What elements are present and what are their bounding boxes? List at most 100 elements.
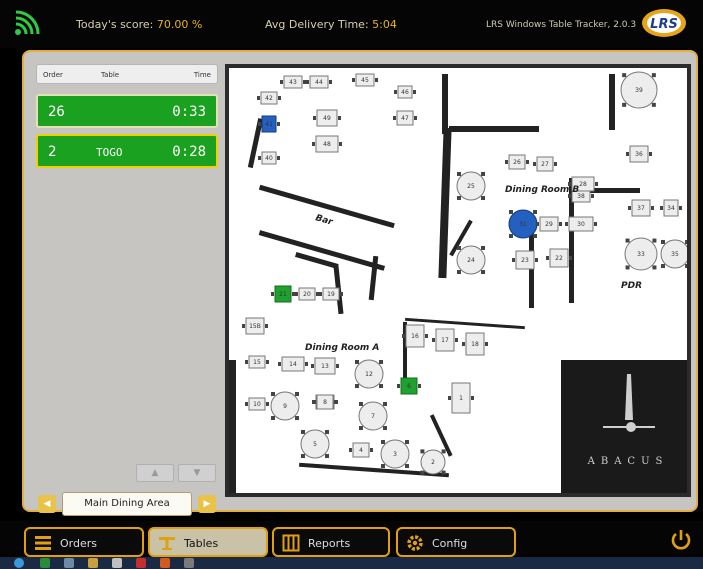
floor-plan[interactable]: 42 43 44 45 46 47 48 49 41 40 39 38 25 26 27 28 31 30 29 24… bbox=[225, 64, 691, 497]
orders-panel: Order Table Time 26 0:33 2 TOGO 0:28 ▲ ▼… bbox=[36, 64, 218, 516]
table-29[interactable]: 29 bbox=[536, 216, 562, 232]
table-7[interactable]: 7 bbox=[358, 401, 388, 431]
table-1[interactable]: 1 bbox=[448, 382, 474, 414]
gear-icon bbox=[407, 535, 423, 551]
chair bbox=[405, 439, 410, 444]
taskbar-app-icon[interactable] bbox=[112, 558, 122, 568]
table-45[interactable]: 45 bbox=[352, 73, 378, 87]
taskbar-app-icon[interactable] bbox=[184, 558, 194, 568]
chair bbox=[595, 182, 598, 186]
chair bbox=[313, 400, 316, 404]
table-35[interactable]: 35 bbox=[660, 239, 687, 269]
table-number: 10 bbox=[253, 401, 261, 408]
table-17[interactable]: 17 bbox=[432, 328, 458, 352]
table-18[interactable]: 18 bbox=[462, 332, 488, 356]
chair bbox=[591, 194, 594, 198]
table-20[interactable]: 20 bbox=[295, 287, 319, 301]
table-16[interactable]: 16 bbox=[402, 324, 428, 348]
chair bbox=[418, 384, 421, 388]
taskbar-app-icon[interactable] bbox=[64, 558, 74, 568]
table-number: 18 bbox=[471, 341, 479, 348]
table-48[interactable]: 48 bbox=[312, 135, 342, 153]
col-order: Order bbox=[43, 71, 63, 79]
power-icon[interactable] bbox=[669, 528, 693, 552]
nav-orders-button[interactable]: Orders bbox=[24, 527, 144, 557]
page-up-button[interactable]: ▲ bbox=[136, 464, 174, 482]
nav-reports-button[interactable]: Reports bbox=[272, 527, 390, 557]
nav-tables-button[interactable]: Tables bbox=[148, 527, 268, 557]
table-49[interactable]: 49 bbox=[313, 109, 341, 127]
table-24[interactable]: 24 bbox=[456, 245, 486, 275]
chair bbox=[300, 454, 305, 459]
taskbar-app-icon[interactable] bbox=[160, 558, 170, 568]
table-21[interactable]: 21 bbox=[271, 285, 295, 303]
chair bbox=[349, 448, 352, 452]
order-number: 26 bbox=[48, 104, 65, 120]
table-44[interactable]: 44 bbox=[306, 75, 332, 89]
chair bbox=[420, 470, 425, 475]
table-2[interactable]: 2 bbox=[420, 449, 446, 475]
taskbar-app-icon[interactable] bbox=[40, 558, 50, 568]
taskbar-app-icon[interactable] bbox=[136, 558, 146, 568]
order-card[interactable]: 2 TOGO 0:28 bbox=[36, 134, 218, 168]
table-33[interactable]: 33 bbox=[624, 237, 658, 271]
table-19[interactable]: 19 bbox=[319, 287, 343, 301]
table-5[interactable]: 5 bbox=[300, 429, 330, 459]
table-6[interactable]: 6 bbox=[397, 377, 421, 395]
table-30[interactable]: 30 bbox=[565, 216, 597, 232]
chair bbox=[481, 171, 486, 176]
chair bbox=[535, 258, 538, 262]
table-31[interactable]: 31 bbox=[508, 209, 538, 239]
chair bbox=[257, 96, 260, 100]
table-47[interactable]: 47 bbox=[393, 110, 417, 126]
table-13[interactable]: 13 bbox=[311, 357, 339, 375]
chair bbox=[338, 116, 341, 120]
table-43[interactable]: 43 bbox=[280, 75, 306, 89]
start-orb-icon[interactable] bbox=[14, 558, 24, 568]
table-37[interactable]: 37 bbox=[628, 199, 654, 217]
table-14[interactable]: 14 bbox=[278, 356, 308, 372]
table-26[interactable]: 26 bbox=[505, 154, 529, 170]
area-prev-button[interactable]: ◀ bbox=[38, 495, 56, 513]
table-number: 36 bbox=[635, 151, 643, 158]
table-number: 13 bbox=[321, 363, 329, 370]
taskbar-app-icon[interactable] bbox=[88, 558, 98, 568]
table-9[interactable]: 9 bbox=[270, 391, 300, 421]
area-next-button[interactable]: ▶ bbox=[198, 495, 216, 513]
order-card[interactable]: 26 0:33 bbox=[36, 94, 218, 128]
table-8[interactable]: 8 bbox=[313, 394, 337, 410]
chair bbox=[660, 239, 665, 244]
table-23[interactable]: 23 bbox=[512, 250, 538, 270]
chair bbox=[622, 102, 627, 107]
table-40[interactable]: 40 bbox=[258, 151, 280, 165]
nav-reports-label: Reports bbox=[308, 537, 351, 550]
area-selector: ◀ Main Dining Area ▶ bbox=[36, 492, 218, 516]
chair bbox=[312, 142, 315, 146]
table-34[interactable]: 34 bbox=[660, 199, 682, 217]
chair bbox=[245, 402, 248, 406]
table-4[interactable]: 4 bbox=[349, 442, 373, 458]
page-down-button[interactable]: ▼ bbox=[178, 464, 216, 482]
product-name: LRS Windows Table Tracker, 2.0.3 bbox=[486, 20, 637, 30]
table-10[interactable]: 10 bbox=[245, 397, 269, 411]
chair bbox=[278, 96, 281, 100]
table-12[interactable]: 12 bbox=[354, 359, 384, 389]
table-15b[interactable]: 15B bbox=[242, 317, 268, 335]
table-15[interactable]: 15 bbox=[245, 355, 269, 369]
chair bbox=[651, 206, 654, 210]
table-22[interactable]: 22 bbox=[546, 248, 572, 268]
table-number: 26 bbox=[513, 159, 521, 166]
table-36[interactable]: 36 bbox=[626, 145, 652, 163]
room-label: Dining Room B bbox=[505, 185, 579, 195]
table-25[interactable]: 25 bbox=[456, 171, 486, 201]
nav-config-label: Config bbox=[432, 537, 468, 550]
nav-config-button[interactable]: Config bbox=[396, 527, 516, 557]
table-27[interactable]: 27 bbox=[533, 156, 557, 172]
score-value: 70.00 % bbox=[156, 18, 203, 31]
table-46[interactable]: 46 bbox=[394, 85, 416, 99]
table-39[interactable]: 39 bbox=[620, 71, 658, 109]
table-42[interactable]: 42 bbox=[257, 91, 281, 105]
chair bbox=[649, 152, 652, 156]
table-3[interactable]: 3 bbox=[380, 439, 410, 469]
chair bbox=[448, 396, 451, 400]
